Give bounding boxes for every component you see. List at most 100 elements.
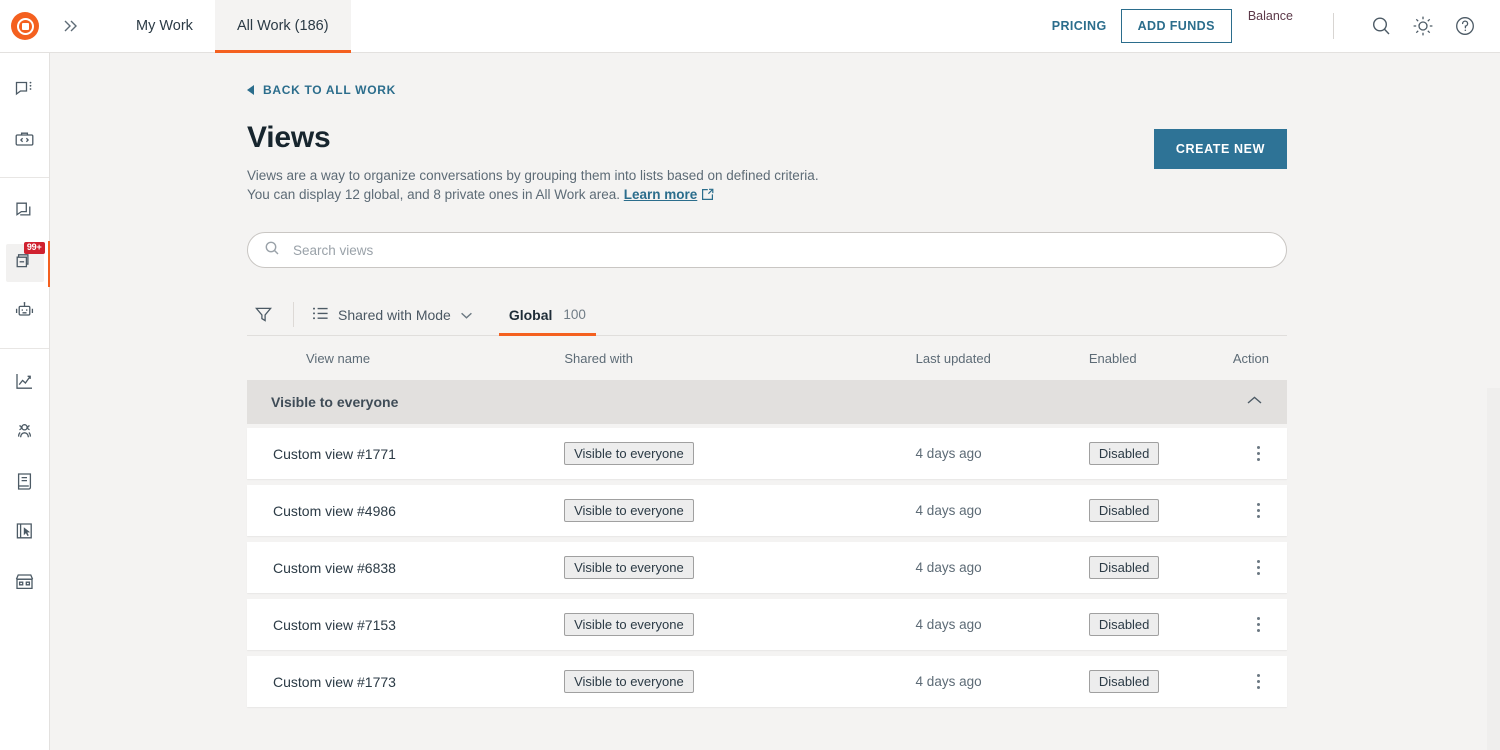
cell-action [1210,610,1277,640]
tab-my-work[interactable]: My Work [114,0,215,53]
people-group-icon [14,421,35,447]
copy-conversation-icon [14,200,35,226]
cell-enabled: Disabled [1088,442,1210,465]
row-actions-menu-icon[interactable] [1247,496,1269,526]
sidebar-item-conversations[interactable] [6,194,44,232]
cell-shared-with: Visible to everyone [564,670,915,693]
tab-all-work-label: All Work (186) [236,18,329,34]
sidebar-item-team[interactable] [6,415,44,453]
brand-logo-ring [16,17,34,35]
search-views-container[interactable] [247,232,1287,268]
tab-all-work[interactable]: All Work (186) [214,0,351,53]
page-description-line-2-text: You can display 12 global, and 8 private… [247,187,620,202]
sidebar-item-knowledge-base[interactable] [6,465,44,503]
kebab-dot [1256,617,1260,620]
chat-icon [14,79,35,105]
storefront-icon [14,571,35,597]
cell-shared-with: Visible to everyone [564,442,915,465]
shared-with-chip[interactable]: Visible to everyone [564,442,694,465]
brand-logo[interactable] [0,0,50,53]
chevron-down-icon [460,307,473,323]
kebab-dot [1256,566,1260,569]
back-to-all-work-link[interactable]: BACK TO ALL WORK [247,83,1287,97]
table-header-row: View name Shared with Last updated Enabl… [247,336,1287,380]
page-description-line-1: Views are a way to organize conversation… [247,168,819,183]
cell-action [1210,667,1277,697]
help-icon[interactable] [1444,5,1486,47]
cell-shared-with: Visible to everyone [564,613,915,636]
kebab-dot [1256,629,1260,632]
cursor-select-icon [14,521,35,547]
cell-enabled: Disabled [1088,499,1210,522]
brand-logo-core [21,22,29,30]
rail-group-1 [0,53,49,177]
table-row[interactable]: Custom view #1771 Visible to everyone 4 da… [247,428,1287,479]
shared-with-chip[interactable]: Visible to everyone [564,613,694,636]
enabled-status-chip[interactable]: Disabled [1088,442,1160,465]
cell-view-name: Custom view #1771 [273,445,396,462]
shared-with-chip[interactable]: Visible to everyone [564,670,694,693]
cell-last-updated: 4 days ago [915,446,982,461]
sidebar-item-developer-toolbox[interactable] [6,123,44,161]
page-title-row: Views Views are a way to organize conver… [247,121,1287,206]
sidebar-item-marketplace[interactable] [6,565,44,603]
table-row[interactable]: Custom view #1773 Visible to everyone 4 da… [247,656,1287,707]
learn-more-link[interactable]: Learn more [624,187,698,202]
shared-with-chip[interactable]: Visible to everyone [564,499,694,522]
search-icon [264,240,280,261]
sidebar-item-analytics[interactable] [6,365,44,403]
chevron-double-right-icon[interactable] [50,0,92,53]
add-funds-button[interactable]: ADD FUNDS [1120,9,1232,43]
analytics-chart-icon [14,371,35,397]
vertical-scrollbar[interactable] [1487,388,1500,750]
knowledge-book-icon [14,471,35,497]
enabled-status-chip[interactable]: Disabled [1088,670,1160,693]
brightness-icon[interactable] [1402,5,1444,47]
page-title-block: Views Views are a way to organize conver… [247,121,819,206]
brand-logo-icon [11,12,39,40]
toolbox-code-icon [14,129,35,155]
enabled-status-chip[interactable]: Disabled [1088,499,1160,522]
shared-with-chip[interactable]: Visible to everyone [564,556,694,579]
cell-shared-with: Visible to everyone [564,556,915,579]
group-by-dropdown[interactable]: Shared with Mode [312,294,479,335]
sidebar-item-inbox[interactable]: 99+ [5,241,51,287]
work-tabs: My Work All Work (186) [114,0,351,53]
table-row[interactable]: Custom view #4986 Visible to everyone 4 da… [247,485,1287,536]
table-row[interactable]: Custom view #6838 Visible to everyone 4 da… [247,542,1287,593]
robot-icon [14,300,35,326]
table-row[interactable]: Custom view #7153 Visible to everyone 4 da… [247,599,1287,650]
enabled-status-chip[interactable]: Disabled [1088,613,1160,636]
rail-group-3 [0,349,49,619]
sidebar-item-bots[interactable] [6,294,44,332]
row-actions-menu-icon[interactable] [1247,667,1269,697]
kebab-dot [1256,680,1260,683]
cell-last-updated: 4 days ago [915,674,982,689]
search-icon[interactable] [1360,5,1402,47]
left-navigation-rail: 99+ [0,53,51,750]
chevron-up-icon[interactable] [1246,393,1263,411]
enabled-status-chip[interactable]: Disabled [1088,556,1160,579]
filter-funnel-icon[interactable] [247,294,279,335]
search-input[interactable] [291,241,1270,259]
sidebar-item-chat[interactable] [6,73,44,111]
inbox-unread-badge: 99+ [23,242,45,254]
tab-global[interactable]: Global 100 [498,294,597,336]
kebab-dot [1256,572,1260,575]
row-actions-menu-icon[interactable] [1247,439,1269,469]
cell-view-name: Custom view #6838 [273,559,396,576]
list-icon [312,306,329,324]
create-new-button[interactable]: CREATE NEW [1153,129,1287,169]
cell-view-name: Custom view #7153 [273,616,396,633]
cell-action [1210,439,1277,469]
group-header-visible-to-everyone[interactable]: Visible to everyone [247,380,1287,424]
pricing-link[interactable]: PRICING [1038,19,1121,33]
balance-label: Balance [1247,9,1293,23]
sidebar-item-select-tool[interactable] [6,515,44,553]
kebab-dot [1256,560,1260,563]
kebab-dot [1256,458,1260,461]
external-link-icon[interactable] [701,187,714,206]
back-arrow-icon [247,85,254,95]
row-actions-menu-icon[interactable] [1247,610,1269,640]
row-actions-menu-icon[interactable] [1247,553,1269,583]
